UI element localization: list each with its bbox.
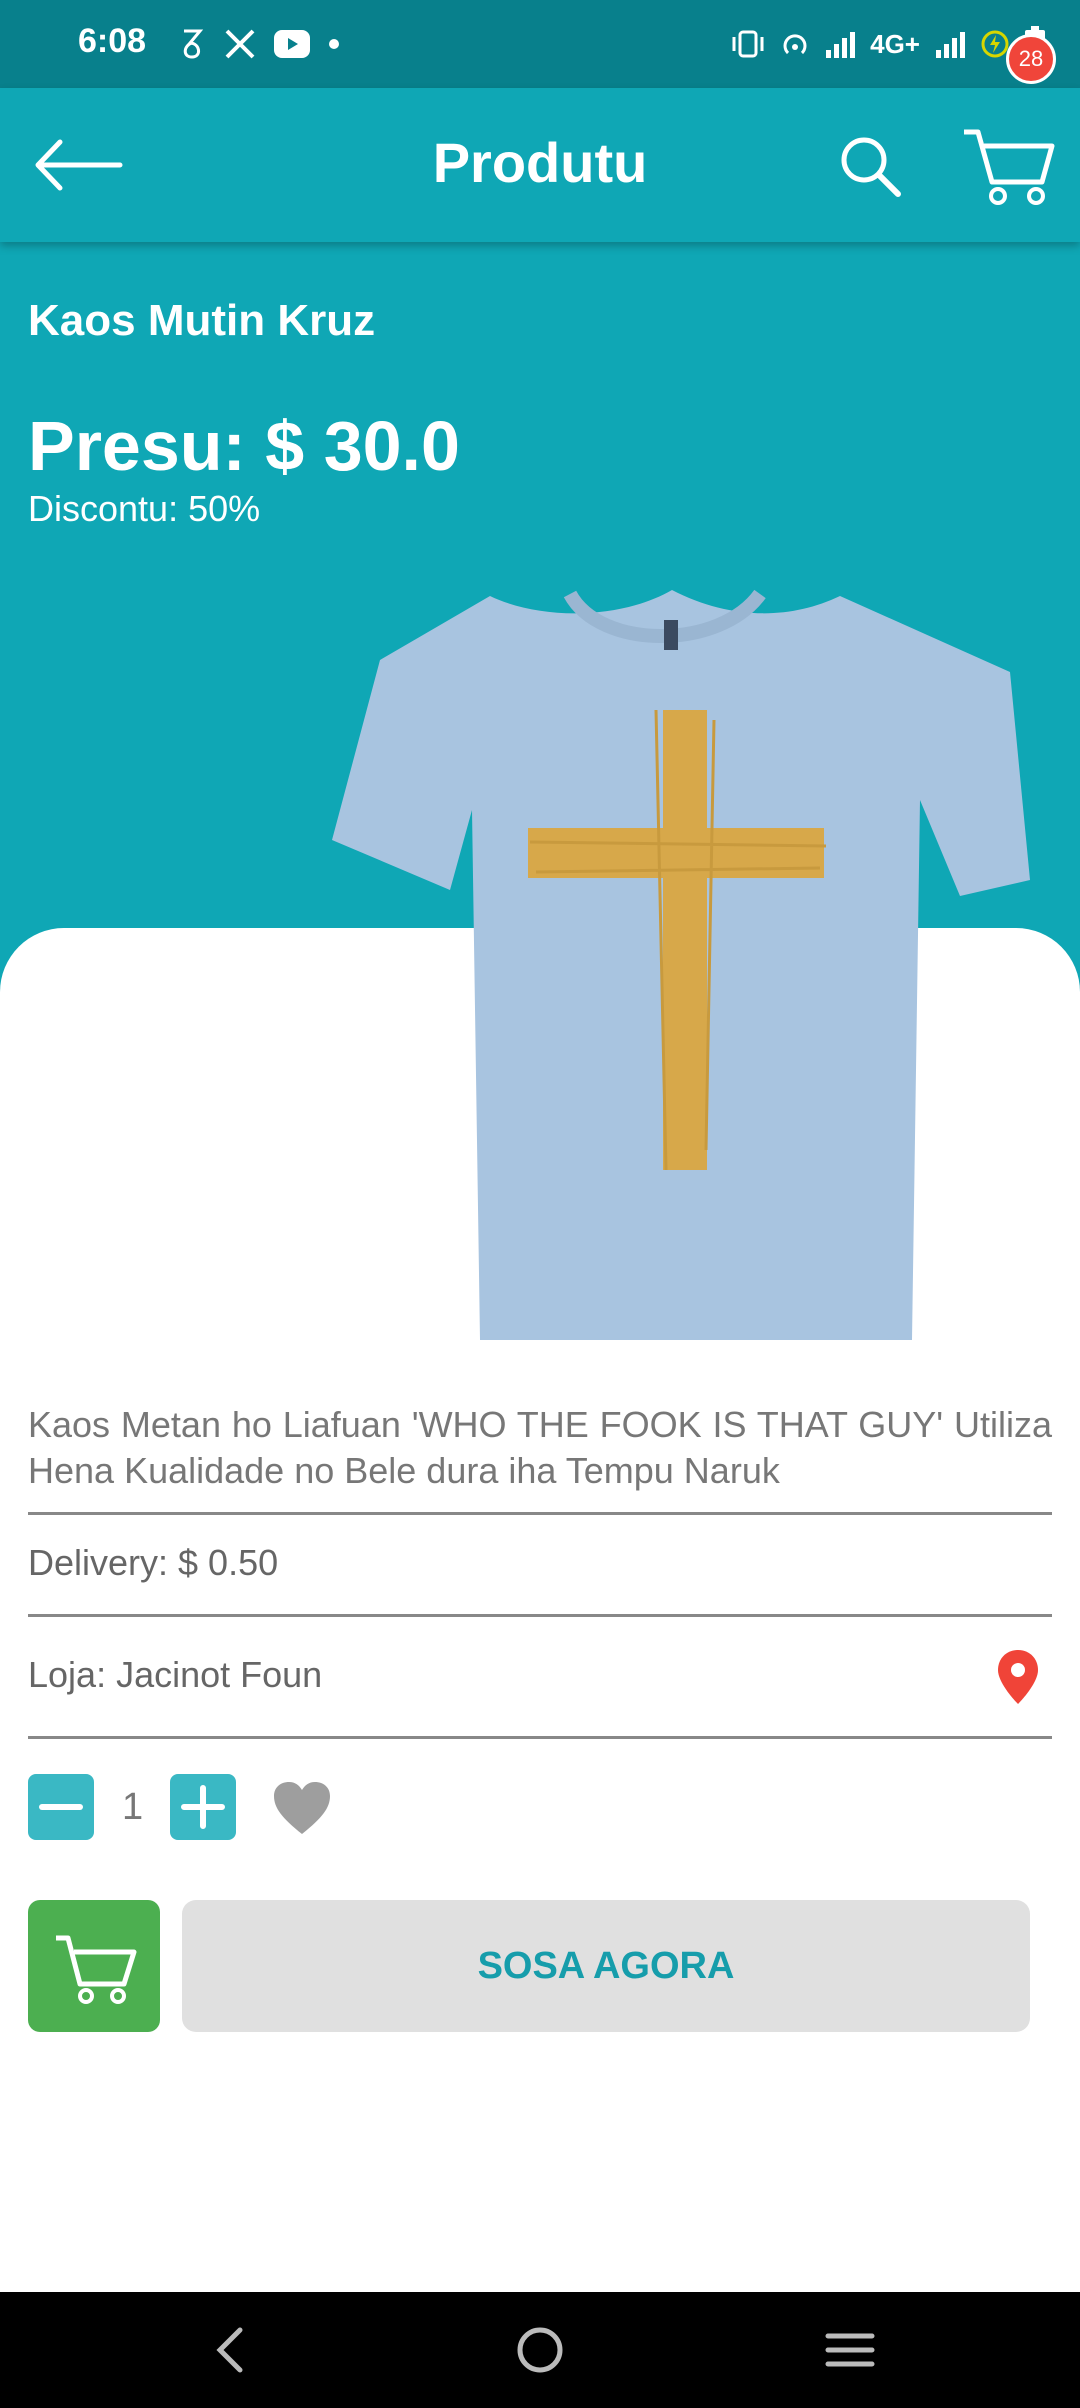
product-image (332, 589, 1030, 1340)
product-name: Kaos Mutin Kruz (28, 296, 376, 345)
product-description: Kaos Metan ho Liafuan 'WHO THE FOOK IS T… (28, 1404, 1052, 1491)
status-bar: 6:08 4G+ (0, 0, 1080, 88)
signal-icon (826, 32, 856, 58)
page-title: Produtu (432, 131, 648, 194)
app-bar: Produtu (0, 88, 1080, 242)
divider (28, 1512, 1052, 1515)
product-price: Presu: $ 30.0 (28, 407, 460, 485)
ens-icon (183, 29, 204, 59)
status-time: 6:08 (78, 22, 147, 60)
status-right-icons: 4G+ (730, 18, 1046, 70)
quantity-decrease-button[interactable] (28, 1774, 94, 1840)
nav-back-icon[interactable] (200, 2320, 260, 2380)
quantity-increase-button[interactable] (170, 1774, 236, 1840)
store-name: Loja: Jacinot Foun (28, 1654, 323, 1695)
x-icon (225, 29, 255, 59)
quantity-value: 1 (122, 1786, 144, 1828)
delivery-fee: Delivery: $ 0.50 (28, 1542, 279, 1583)
add-to-cart-button[interactable] (28, 1900, 160, 2032)
plus-icon (181, 1785, 225, 1829)
minus-icon (39, 1804, 83, 1810)
product-discount: Discontu: 50% (28, 488, 261, 529)
vibrate-icon (732, 30, 764, 58)
nav-recents-icon[interactable] (820, 2320, 880, 2380)
nav-home-icon[interactable] (510, 2320, 570, 2380)
back-arrow-icon[interactable] (30, 130, 130, 200)
location-pin-icon[interactable] (996, 1648, 1040, 1706)
divider (28, 1614, 1052, 1617)
dot-icon (329, 39, 339, 49)
buy-now-button[interactable]: SOSA AGORA (182, 1900, 1030, 2032)
cart-count-badge: 28 (1006, 34, 1056, 84)
divider (28, 1736, 1052, 1739)
network-type: 4G+ (870, 28, 920, 59)
system-nav-bar (0, 2292, 1080, 2408)
hotspot-icon (783, 34, 807, 55)
search-icon[interactable] (836, 132, 906, 202)
youtube-icon (274, 30, 310, 58)
status-left-icons (178, 20, 340, 68)
cart-icon[interactable] (960, 118, 1060, 208)
cart-icon (56, 1935, 137, 2004)
favorite-heart-icon[interactable] (272, 1780, 332, 1836)
signal-icon-2 (936, 32, 965, 58)
